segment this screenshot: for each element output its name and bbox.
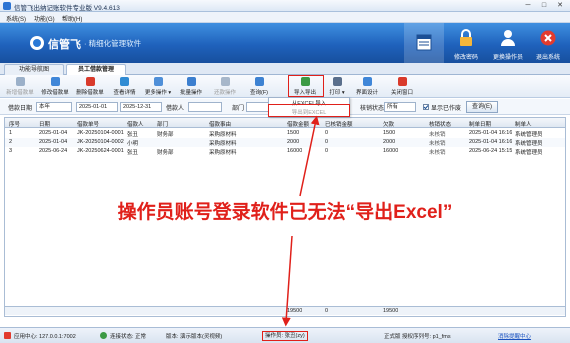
arrow-to-export xyxy=(299,115,320,197)
license-status: 正式版 授权序列号: p1_fms xyxy=(384,334,451,340)
connection-status: 连接状态: 正常 xyxy=(110,334,147,340)
connection-icon xyxy=(100,332,107,339)
operator-status: 操作员: 张丑(zy) xyxy=(262,331,308,341)
app-center-icon xyxy=(4,332,11,339)
status-bar: 应用中心: 127.0.0.1:7002 连接状态: 正常 版本: 演示版本(灵… xyxy=(0,327,570,343)
arrow-to-operator xyxy=(281,235,293,327)
app-center-status: 应用中心: 127.0.0.1:7002 xyxy=(14,334,76,340)
annotation-text: 操作员账号登录软件已无法“导出Excel” xyxy=(117,202,453,223)
edition-status: 版本: 演示版本(灵视频) xyxy=(166,334,223,340)
annotation-arrows xyxy=(281,115,320,327)
update-link[interactable]: 消除提醒中心 xyxy=(498,332,531,340)
